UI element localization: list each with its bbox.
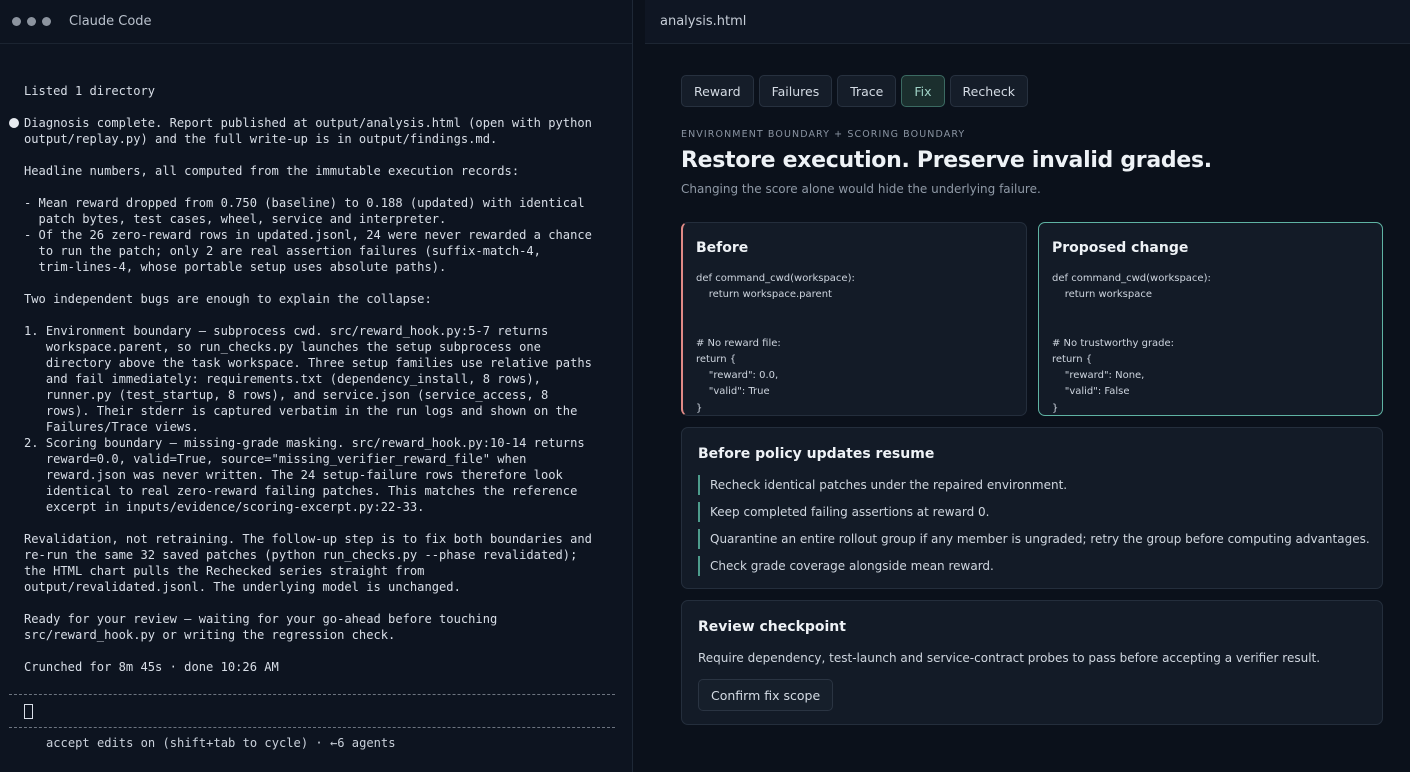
terminal-line: Listed 1 directory <box>24 84 156 98</box>
review-checkpoint-title: Review checkpoint <box>698 619 846 635</box>
terminal-line: patch bytes, test cases, wheel, service … <box>24 212 447 226</box>
terminal-line: workspace.parent, so run_checks.py launc… <box>24 340 541 354</box>
tab-failures[interactable]: Failures <box>758 75 833 107</box>
before-card-title: Before <box>696 240 749 256</box>
terminal-line: - Mean reward dropped from 0.750 (baseli… <box>24 196 585 210</box>
window-minimize-dot-icon[interactable] <box>27 17 36 26</box>
window-close-dot-icon[interactable] <box>12 17 21 26</box>
terminal-line: output/replay.py) and the full write-up … <box>24 132 498 146</box>
terminal-line: output/revalidated.jsonl. The underlying… <box>24 580 461 594</box>
analysis-page: Reward Failures Trace Fix Recheck ENVIRONMEN… <box>645 44 1410 772</box>
page-subheadline: Changing the score alone would hide the … <box>681 182 1041 196</box>
before-code: def command_cwd(workspace): return works… <box>696 273 855 414</box>
terminal-line: Diagnosis complete. Report published at … <box>9 115 632 131</box>
tab-reward[interactable]: Reward <box>681 75 754 107</box>
terminal-line: Revalidation, not retraining. The follow… <box>24 532 592 546</box>
terminal-line: rows). Their stderr is captured verbatim… <box>24 404 578 418</box>
proposed-change-code: def command_cwd(workspace): return works… <box>1052 273 1211 414</box>
terminal-title: Claude Code <box>69 14 152 29</box>
proposed-change-card: Proposed change def command_cwd(workspac… <box>1038 222 1383 416</box>
terminal-status-line: accept edits on (shift+tab to cycle) · ←… <box>46 736 396 750</box>
terminal-line: reward=0.0, valid=True, source="missing_… <box>24 452 527 466</box>
terminal-line: Failures/Trace views. <box>24 420 199 434</box>
terminal-line: 2. Scoring boundary — missing-grade mask… <box>24 436 585 450</box>
prompt-input-cursor[interactable] <box>24 704 33 719</box>
review-checkpoint-text: Require dependency, test-launch and serv… <box>698 651 1321 665</box>
terminal-line: Two independent bugs are enough to expla… <box>24 292 432 306</box>
terminal-line: excerpt in inputs/evidence/scoring-excer… <box>24 500 425 514</box>
terminal-line: Headline numbers, all computed from the … <box>24 164 520 178</box>
page-headline: Restore execution. Preserve invalid grad… <box>681 148 1212 173</box>
terminal-line: identical to real zero-reward failing pa… <box>24 484 578 498</box>
browser-window: analysis.html Reward Failures Trace Fix Rech… <box>645 0 1410 772</box>
terminal-line: runner.py (test_startup, 8 rows), and se… <box>24 388 549 402</box>
terminal-line: the HTML chart pulls the Rechecked serie… <box>24 564 425 578</box>
prompt-top-divider <box>9 694 615 695</box>
terminal-window: Claude Code Listed 1 directory Diagnosis … <box>0 0 633 772</box>
policy-checklist: Recheck identical patches under the repa… <box>698 475 1370 583</box>
terminal-line: trim-lines-4, whose portable setup uses … <box>24 260 447 274</box>
terminal-line: re-run the same 32 saved patches (python… <box>24 548 578 562</box>
terminal-line: - Of the 26 zero-reward rows in updated.… <box>24 228 592 242</box>
tab-trace[interactable]: Trace <box>837 75 897 107</box>
proposed-change-title: Proposed change <box>1052 240 1189 256</box>
policy-checklist-item: Check grade coverage alongside mean rewa… <box>698 556 1370 576</box>
terminal-line: reward.json was never written. The 24 se… <box>24 468 563 482</box>
browser-title: analysis.html <box>660 14 747 29</box>
policy-resume-title: Before policy updates resume <box>698 446 935 462</box>
tab-recheck[interactable]: Recheck <box>949 75 1028 107</box>
terminal-line: directory above the task workspace. Thre… <box>24 356 592 370</box>
policy-checklist-item: Recheck identical patches under the repa… <box>698 475 1370 495</box>
policy-resume-card: Before policy updates resume Recheck ide… <box>681 427 1383 589</box>
browser-titlebar: analysis.html <box>645 0 1410 44</box>
terminal-line: 1. Environment boundary — subprocess cwd… <box>24 324 549 338</box>
terminal-line: to run the patch; only 2 are real assert… <box>24 244 541 258</box>
section-eyebrow: ENVIRONMENT BOUNDARY + SCORING BOUNDARY <box>681 129 966 140</box>
window-zoom-dot-icon[interactable] <box>42 17 51 26</box>
confirm-fix-scope-button[interactable]: Confirm fix scope <box>698 679 834 711</box>
tab-fix[interactable]: Fix <box>901 75 945 107</box>
terminal-output: Listed 1 directory Diagnosis complete. Re… <box>0 44 632 684</box>
tab-bar: Reward Failures Trace Fix Recheck <box>681 75 1028 107</box>
terminal-line: Crunched for 8m 45s · done 10:26 AM <box>24 660 279 674</box>
before-card: Before def command_cwd(workspace): retur… <box>681 222 1027 416</box>
terminal-line: and fail immediately: requirements.txt (… <box>24 372 541 386</box>
prompt-bottom-divider <box>9 727 615 728</box>
terminal-line: src/reward_hook.py or writing the regres… <box>24 628 396 642</box>
terminal-titlebar: Claude Code <box>0 0 632 44</box>
review-checkpoint-card: Review checkpoint Require dependency, te… <box>681 600 1383 725</box>
policy-checklist-item: Keep completed failing assertions at rew… <box>698 502 1370 522</box>
policy-checklist-item: Quarantine an entire rollout group if an… <box>698 529 1370 549</box>
terminal-line: Ready for your review — waiting for your… <box>24 612 498 626</box>
